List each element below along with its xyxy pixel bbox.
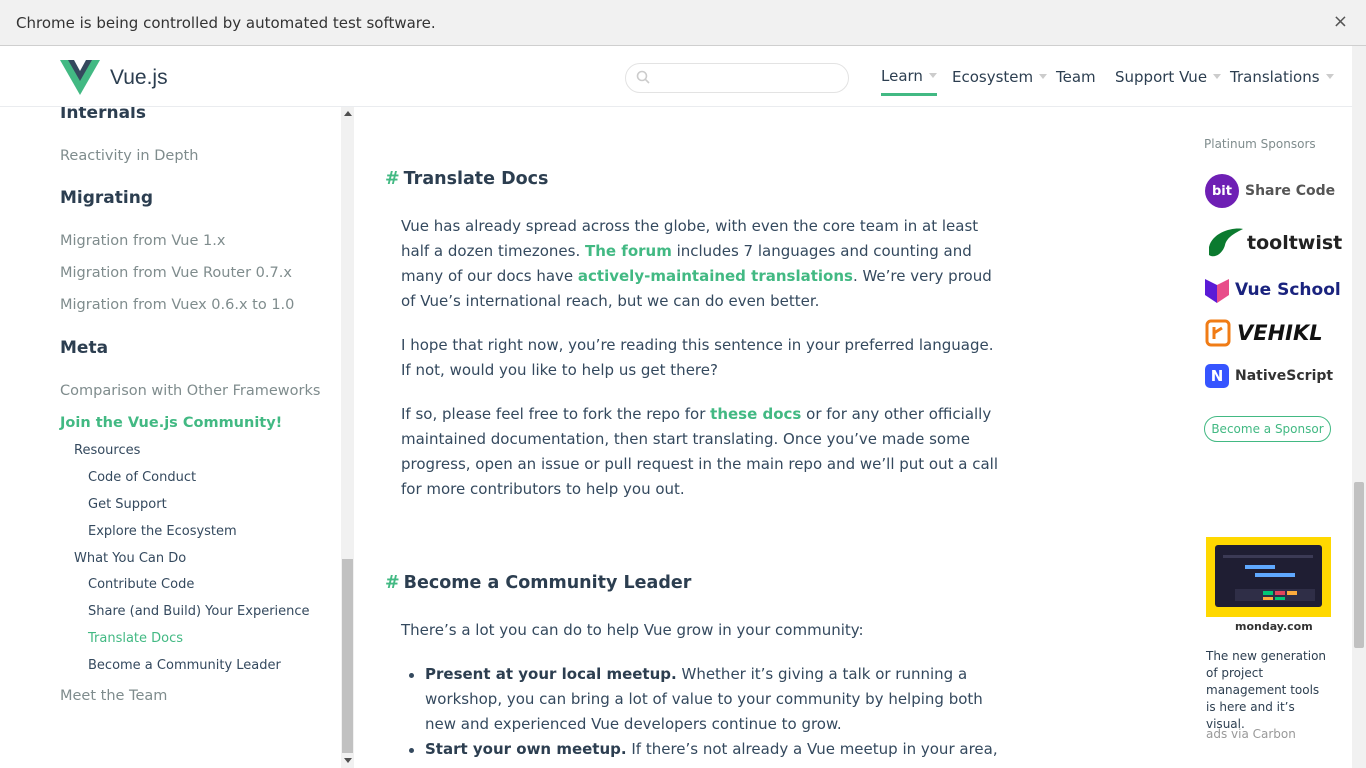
sidebar-heading-migrating: Migrating <box>60 188 153 208</box>
nav-support-vue-label: Support Vue <box>1115 67 1208 86</box>
scroll-down-arrow-icon[interactable] <box>344 758 352 763</box>
sidebar-item-migration-router[interactable]: Migration from Vue Router 0.7.x <box>60 265 292 281</box>
list-item-own-meetup: Start your own meetup. If there’s not al… <box>425 737 1005 768</box>
paragraph-text: If so, please feel free to fork the repo… <box>401 405 711 423</box>
sponsor-tooltwist[interactable]: tooltwist <box>1205 225 1342 261</box>
anchor-hash-link[interactable]: # <box>385 169 400 189</box>
chevron-down-icon <box>1039 74 1048 79</box>
sidebar-item-meet-the-team[interactable]: Meet the Team <box>60 688 167 704</box>
chevron-down-icon <box>1213 74 1222 79</box>
sponsor-nativescript[interactable]: N NativeScript <box>1205 364 1333 388</box>
sidebar-subitem-resources[interactable]: Resources <box>74 443 140 458</box>
chevron-down-icon <box>928 73 937 78</box>
sponsor-column: Platinum Sponsors bit Share Code tooltwi… <box>1195 107 1350 768</box>
paragraph-translate-intro: Vue has already spread across the globe,… <box>401 214 1001 314</box>
nav-learn-label: Learn <box>881 66 923 85</box>
bullet-icon <box>409 748 414 753</box>
sidebar-subitem-community-leader[interactable]: Become a Community Leader <box>88 658 281 673</box>
heading-community-leader: # Become a Community Leader <box>385 573 691 593</box>
ad-screenshot <box>1215 545 1322 607</box>
sidebar-item-join-community[interactable]: Join the Vue.js Community! <box>60 415 282 431</box>
heading-translate-docs: # Translate Docs <box>385 169 548 189</box>
sidebar-subitem-get-support[interactable]: Get Support <box>88 497 167 512</box>
ad-image[interactable] <box>1206 537 1331 617</box>
sidebar-subitem-what-you-can-do[interactable]: What You Can Do <box>74 551 186 566</box>
search-icon <box>636 70 650 84</box>
ad-brand[interactable]: monday.com <box>1235 620 1313 633</box>
list-item-local-meetup: Present at your local meetup. Whether it… <box>425 662 1005 737</box>
sidebar-subitem-explore-ecosystem[interactable]: Explore the Ecosystem <box>88 524 237 539</box>
sidebar-item-reactivity[interactable]: Reactivity in Depth <box>60 148 198 164</box>
main-content: # Translate Docs Vue has already spread a… <box>355 107 1195 768</box>
page-scrollbar[interactable] <box>1352 46 1366 768</box>
these-docs-link[interactable]: these docs <box>710 405 801 423</box>
sidebar-heading-internals: Internals <box>60 107 146 123</box>
sidebar-scrollbar[interactable] <box>341 107 354 768</box>
scroll-up-arrow-icon[interactable] <box>344 111 352 116</box>
sidebar-subitem-contribute-code[interactable]: Contribute Code <box>88 577 194 592</box>
sidebar-item-comparison[interactable]: Comparison with Other Frameworks <box>60 383 320 399</box>
list-item-bold: Present at your local meetup. <box>425 665 677 683</box>
logo[interactable]: Vue.js <box>60 60 168 95</box>
nav-learn[interactable]: Learn <box>881 58 937 96</box>
sponsor-name: NativeScript <box>1235 368 1334 384</box>
sponsor-name: Share Code <box>1245 183 1336 199</box>
close-icon[interactable]: × <box>1333 11 1348 32</box>
sidebar-subitem-share-experience[interactable]: Share (and Build) Your Experience <box>88 604 310 619</box>
automation-banner-text: Chrome is being controlled by automated … <box>16 13 436 32</box>
sponsor-bit[interactable]: bit Share Code <box>1205 174 1335 208</box>
vue-school-logo-icon <box>1205 279 1229 303</box>
chevron-down-icon <box>1325 74 1334 79</box>
nav-support-vue[interactable]: Support Vue <box>1115 46 1222 107</box>
sponsor-name: VEHIKL <box>1237 321 1323 345</box>
sidebar-subitem-code-of-conduct[interactable]: Code of Conduct <box>88 470 196 485</box>
sponsors-title: Platinum Sponsors <box>1204 137 1316 151</box>
bullet-icon <box>409 673 414 678</box>
automation-banner: Chrome is being controlled by automated … <box>0 0 1366 46</box>
sidebar-subitem-translate-docs[interactable]: Translate Docs <box>88 631 183 646</box>
site-header: Vue.js Learn Ecosystem Team Support Vue … <box>0 46 1366 107</box>
ad-text[interactable]: The new generation of project management… <box>1206 648 1331 733</box>
sidebar-item-migration-vue1[interactable]: Migration from Vue 1.x <box>60 233 225 249</box>
sponsor-vehikl[interactable]: VEHIKL <box>1205 319 1323 347</box>
heading-community-leader-text: Become a Community Leader <box>403 573 692 593</box>
sidebar-scrollbar-thumb[interactable] <box>342 559 353 753</box>
anchor-hash-link[interactable]: # <box>385 573 400 593</box>
nav-team[interactable]: Team <box>1056 46 1096 107</box>
forum-link[interactable]: The forum <box>585 242 672 260</box>
tooltwist-logo-icon <box>1209 228 1243 257</box>
translations-link[interactable]: actively-maintained translations <box>578 267 853 285</box>
sponsor-vue-school[interactable]: Vue School <box>1205 277 1341 303</box>
search-box[interactable] <box>625 63 849 93</box>
nativescript-logo-icon: N <box>1205 364 1229 388</box>
heading-translate-docs-text: Translate Docs <box>403 169 549 189</box>
sponsor-name: Vue School <box>1235 280 1341 300</box>
vue-logo-icon <box>60 60 100 95</box>
list-item-bold: Start your own meetup. <box>425 740 627 758</box>
nav-ecosystem[interactable]: Ecosystem <box>952 46 1048 107</box>
nav-ecosystem-label: Ecosystem <box>952 67 1034 86</box>
nav-team-label: Team <box>1056 67 1096 86</box>
nav-translations-label: Translations <box>1230 67 1320 86</box>
sponsor-name: tooltwist <box>1247 232 1343 254</box>
vehikl-logo-icon <box>1205 319 1231 347</box>
sidebar-heading-meta: Meta <box>60 338 109 358</box>
paragraph-fork-repo: If so, please feel free to fork the repo… <box>401 402 1001 502</box>
brand-name: Vue.js <box>110 65 168 89</box>
become-sponsor-button[interactable]: Become a Sponsor <box>1204 416 1331 442</box>
sidebar-item-migration-vuex[interactable]: Migration from Vuex 0.6.x to 1.0 <box>60 297 294 313</box>
nav-translations[interactable]: Translations <box>1230 46 1334 107</box>
page-scrollbar-thumb[interactable] <box>1354 482 1364 648</box>
paragraph-grow-community: There’s a lot you can do to help Vue gro… <box>401 621 864 639</box>
sidebar: Internals Reactivity in Depth Migrating … <box>0 107 341 768</box>
bit-logo-icon: bit <box>1205 174 1239 208</box>
ad-via-carbon[interactable]: ads via Carbon <box>1206 727 1296 741</box>
search-input[interactable] <box>656 68 836 88</box>
paragraph-preferred-language: I hope that right now, you’re reading th… <box>401 336 994 379</box>
